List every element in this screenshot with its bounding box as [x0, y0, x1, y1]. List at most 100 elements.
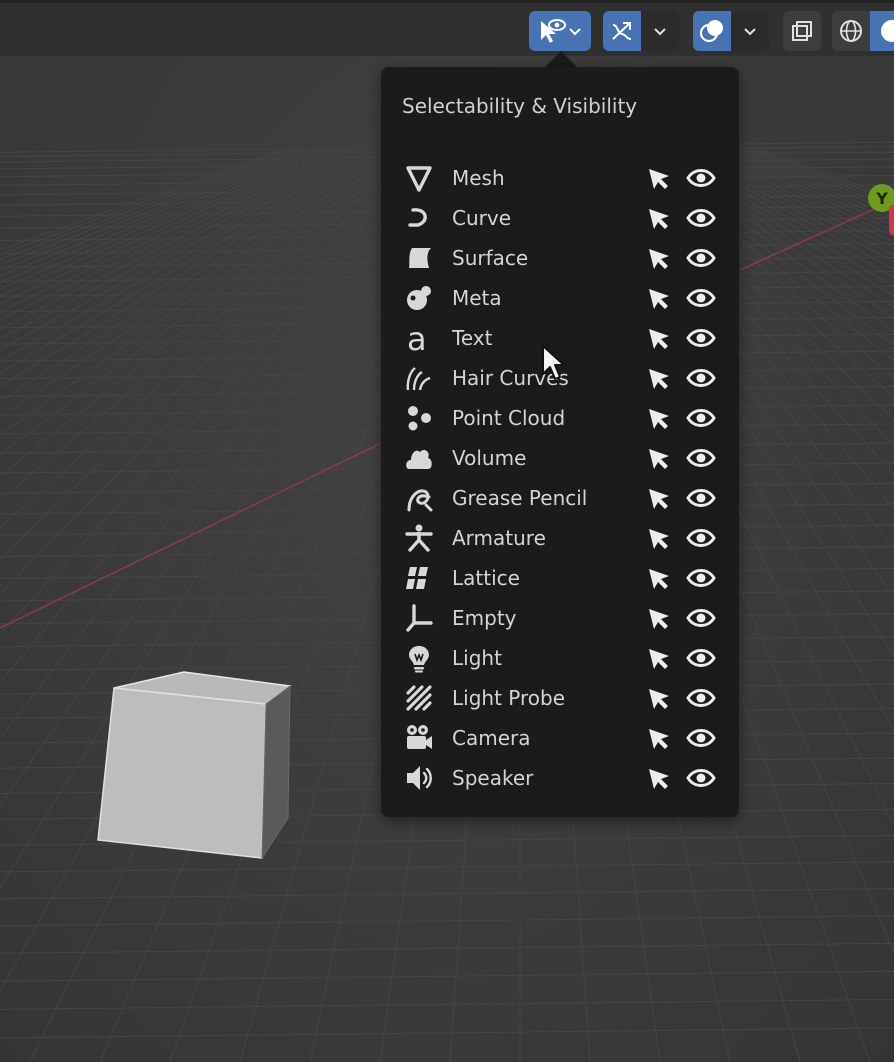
- object-type-row-armature: Armature: [381, 518, 739, 558]
- gizmo-toggle-button[interactable]: [603, 11, 679, 51]
- overlays-toggle-button[interactable]: [693, 11, 769, 51]
- mouse-pointer-icon: [542, 345, 565, 380]
- selectable-toggle-icon[interactable]: [645, 564, 673, 592]
- selectable-toggle-icon[interactable]: [645, 484, 673, 512]
- object-type-label: Armature: [452, 526, 546, 550]
- solid-sphere-icon: [874, 17, 894, 45]
- solid-shading-button[interactable]: [870, 11, 894, 51]
- visibility-toggle-eye-icon[interactable]: [684, 764, 718, 792]
- light-icon: [403, 643, 435, 673]
- visibility-toggle-eye-icon[interactable]: [684, 404, 718, 432]
- shading-mode-group: [832, 11, 894, 51]
- selectable-toggle-icon[interactable]: [645, 764, 673, 792]
- visibility-toggle-eye-icon[interactable]: [684, 364, 718, 392]
- visibility-toggle-eye-icon[interactable]: [684, 204, 718, 232]
- object-type-label: Grease Pencil: [452, 486, 588, 510]
- visibility-toggle-eye-icon[interactable]: [684, 684, 718, 712]
- overlays-icon: [698, 17, 726, 45]
- object-type-label: Curve: [452, 206, 512, 230]
- object-type-label: Point Cloud: [452, 406, 566, 430]
- wireframe-sphere-icon: [837, 17, 865, 45]
- selectable-toggle-icon[interactable]: [645, 724, 673, 752]
- selectable-toggle-icon[interactable]: [645, 444, 673, 472]
- visibility-toggle-eye-icon[interactable]: [684, 484, 718, 512]
- selectable-toggle-icon[interactable]: [645, 204, 673, 232]
- object-type-row-speaker: Speaker: [381, 758, 739, 798]
- object-type-row-camera: Camera: [381, 718, 739, 758]
- blender-3d-viewport-screen: Y Selectability & Visibility Mesh Curve …: [0, 0, 894, 1062]
- camera-icon: [403, 723, 435, 753]
- default-cube[interactable]: [90, 668, 300, 868]
- object-type-label: Mesh: [452, 166, 505, 190]
- object-type-row-surface: Surface: [381, 238, 739, 278]
- selectable-toggle-icon[interactable]: [645, 404, 673, 432]
- mesh-icon: [403, 163, 435, 193]
- object-type-list: Mesh Curve Surface Meta a Text Hair Curves Poin…: [381, 158, 739, 798]
- selectable-toggle-icon[interactable]: [645, 244, 673, 272]
- visibility-toggle-eye-icon[interactable]: [684, 284, 718, 312]
- gizmo-icon: [608, 17, 636, 45]
- speaker-icon: [403, 763, 435, 793]
- object-type-label: Meta: [452, 286, 502, 310]
- selectable-toggle-icon[interactable]: [645, 524, 673, 552]
- object-type-row-mesh: Mesh: [381, 158, 739, 198]
- selectable-toggle-icon[interactable]: [645, 164, 673, 192]
- eye-arrow-icon: [537, 16, 567, 46]
- visibility-toggle-eye-icon[interactable]: [684, 524, 718, 552]
- visibility-toggle-eye-icon[interactable]: [684, 644, 718, 672]
- point-cloud-icon: [403, 403, 435, 433]
- object-type-row-light: Light: [381, 638, 739, 678]
- text-icon: a: [403, 323, 435, 353]
- selectable-toggle-icon[interactable]: [645, 684, 673, 712]
- visibility-toggle-eye-icon[interactable]: [684, 564, 718, 592]
- object-type-label: Speaker: [452, 766, 534, 790]
- visibility-toggle-eye-icon[interactable]: [684, 604, 718, 632]
- selectable-toggle-icon[interactable]: [645, 364, 673, 392]
- selectability-visibility-button[interactable]: [529, 11, 591, 51]
- selectable-toggle-icon[interactable]: [645, 284, 673, 312]
- chevron-down-icon: [742, 23, 758, 39]
- svg-text:a: a: [407, 323, 427, 353]
- object-type-label: Light Probe: [452, 686, 565, 710]
- chevron-down-icon: [567, 23, 583, 39]
- surface-icon: [403, 243, 435, 273]
- xray-toggle-button[interactable]: [783, 11, 821, 51]
- popover-arrow: [544, 51, 578, 68]
- object-type-label: Camera: [452, 726, 531, 750]
- object-type-row-point-cloud: Point Cloud: [381, 398, 739, 438]
- visibility-toggle-eye-icon[interactable]: [684, 324, 718, 352]
- visibility-toggle-eye-icon[interactable]: [684, 444, 718, 472]
- object-type-label: Empty: [452, 606, 517, 630]
- wireframe-shading-button[interactable]: [832, 11, 870, 51]
- object-type-row-empty: Empty: [381, 598, 739, 638]
- empty-icon: [403, 603, 435, 633]
- visibility-toggle-eye-icon[interactable]: [684, 164, 718, 192]
- object-type-row-curve: Curve: [381, 198, 739, 238]
- visibility-toggle-eye-icon[interactable]: [684, 724, 718, 752]
- object-type-row-lattice: Lattice: [381, 558, 739, 598]
- object-type-label: Surface: [452, 246, 529, 270]
- object-type-row-light-probe: Light Probe: [381, 678, 739, 718]
- object-type-label: Lattice: [452, 566, 520, 590]
- armature-icon: [403, 523, 435, 553]
- selectable-toggle-icon[interactable]: [645, 604, 673, 632]
- viewport-header-toolbar: [0, 0, 894, 56]
- object-type-row-meta: Meta: [381, 278, 739, 318]
- selectability-visibility-popover: Selectability & Visibility Mesh Curve Surf…: [381, 67, 739, 817]
- curve-icon: [403, 203, 435, 233]
- navigation-gizmo-x-axis[interactable]: [889, 205, 894, 235]
- object-type-label: Light: [452, 646, 502, 670]
- meta-icon: [403, 283, 435, 313]
- light-probe-icon: [403, 683, 435, 713]
- visibility-toggle-eye-icon[interactable]: [684, 244, 718, 272]
- object-type-row-volume: Volume: [381, 438, 739, 478]
- chevron-down-icon: [652, 23, 668, 39]
- selectable-toggle-icon[interactable]: [645, 644, 673, 672]
- grease-pencil-icon: [403, 483, 435, 513]
- popover-title: Selectability & Visibility: [402, 94, 638, 118]
- volume-icon: [403, 443, 435, 473]
- selectable-toggle-icon[interactable]: [645, 324, 673, 352]
- object-type-row-grease-pencil: Grease Pencil: [381, 478, 739, 518]
- object-type-label: Volume: [452, 446, 527, 470]
- object-type-label: Text: [452, 326, 493, 350]
